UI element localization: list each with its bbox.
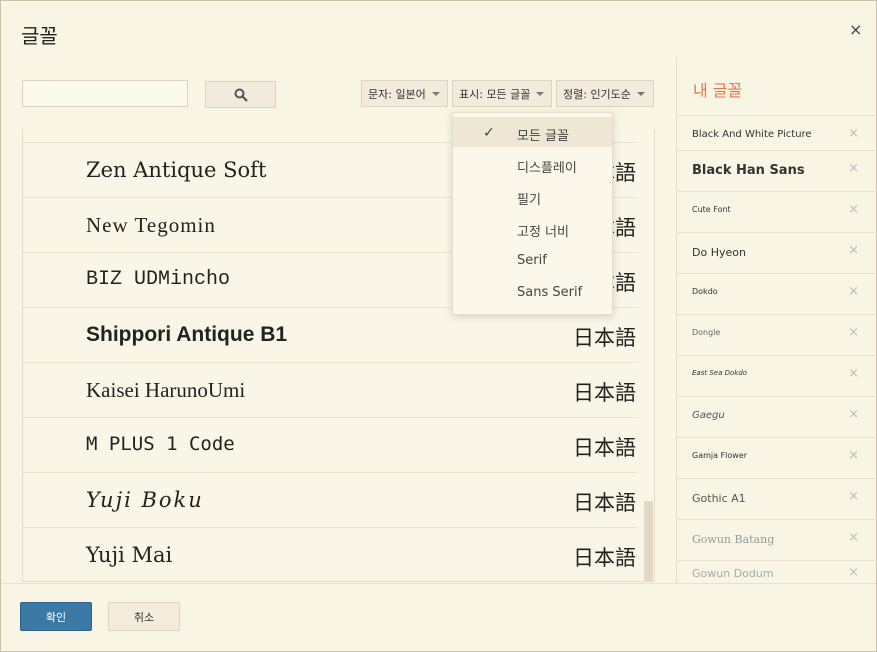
my-font-name: Dokdo	[692, 287, 718, 296]
remove-icon[interactable]: ×	[848, 202, 859, 217]
font-dialog: 글꼴 × 문자: 일본어 표시: 모든 글꼴 정렬: 인기도순 Zen Anti…	[0, 0, 877, 652]
font-name: Zen Antique Soft	[86, 158, 267, 182]
dropdown-item[interactable]: Sans Serif	[453, 277, 612, 307]
search-input[interactable]	[22, 80, 188, 107]
list-scrollbar[interactable]	[644, 501, 653, 581]
show-filter-label: 표시: 모든 글꼴	[459, 87, 531, 101]
cancel-button[interactable]: 취소	[108, 602, 180, 631]
my-font-item[interactable]: Dokdo ×	[677, 273, 877, 314]
show-dropdown-menu: ✓ 모든 글꼴 디스플레이 필기 고정 너비 Serif Sans Serif	[452, 112, 613, 315]
font-sample: 日本語	[573, 381, 636, 405]
font-row[interactable]: Kaisei HarunoUmi 日本語	[23, 362, 638, 418]
font-row[interactable]: M PLUS 1 Code 日本語	[23, 417, 638, 473]
font-sample: 日本語	[573, 546, 636, 570]
remove-icon[interactable]: ×	[848, 161, 859, 176]
font-sample: 日本語	[573, 491, 636, 515]
remove-icon[interactable]: ×	[848, 448, 859, 463]
my-font-item[interactable]: Gaegu ×	[677, 396, 877, 437]
my-font-name: Gowun Batang	[692, 533, 775, 546]
dropdown-item[interactable]: 고정 너비	[453, 213, 612, 243]
dropdown-item[interactable]: Serif	[453, 245, 612, 275]
my-font-name: Black And White Picture	[692, 129, 812, 140]
my-fonts-title: 내 글꼴	[693, 81, 743, 100]
dropdown-item-label: 모든 글꼴	[517, 129, 569, 144]
my-font-item[interactable]: East Sea Dokdo ×	[677, 355, 877, 396]
my-font-name: Dongle	[692, 328, 721, 337]
sort-filter-label: 정렬: 인기도순	[563, 87, 631, 101]
remove-icon[interactable]: ×	[848, 325, 859, 340]
my-font-name: Gowun Dodum	[692, 567, 774, 580]
dialog-title: 글꼴	[21, 24, 58, 48]
dropdown-item[interactable]: 필기	[453, 181, 612, 211]
chevron-down-icon	[636, 91, 645, 96]
script-filter-label: 문자: 일본어	[368, 87, 426, 101]
dropdown-item-label: Sans Serif	[517, 285, 583, 300]
dropdown-item-label: 디스플레이	[517, 161, 577, 176]
my-font-item[interactable]: Gowun Batang ×	[677, 519, 877, 560]
my-font-name: Gaegu	[692, 410, 725, 421]
font-name: Yuji Mai	[86, 543, 173, 567]
check-icon: ✓	[483, 125, 495, 141]
my-font-item[interactable]: Black Han Sans ×	[677, 150, 877, 191]
show-filter[interactable]: 표시: 모든 글꼴	[452, 80, 552, 107]
dropdown-item[interactable]: ✓ 모든 글꼴	[453, 117, 612, 147]
my-fonts-panel: 내 글꼴 Black And White Picture × Black Han…	[676, 57, 877, 583]
dropdown-item-label: 필기	[517, 193, 541, 208]
my-font-name: East Sea Dokdo	[692, 369, 748, 377]
my-font-item[interactable]: Gowun Dodum ×	[677, 560, 877, 583]
my-font-name: Gothic A1	[692, 492, 746, 505]
font-row[interactable]: Yuji Boku 日本語	[23, 472, 638, 528]
font-name: Shippori Antique B1	[86, 323, 288, 346]
my-font-name: Cute Font	[692, 205, 731, 214]
remove-icon[interactable]: ×	[848, 565, 859, 580]
font-name: Kaisei HarunoUmi	[86, 378, 246, 402]
font-sample: 日本語	[573, 326, 636, 350]
my-font-item[interactable]: Do Hyeon ×	[677, 232, 877, 273]
script-filter[interactable]: 문자: 일본어	[361, 80, 448, 107]
dropdown-item-label: Serif	[517, 253, 547, 268]
chevron-down-icon	[431, 91, 440, 96]
my-font-item[interactable]: Dongle ×	[677, 314, 877, 355]
font-name: BIZ UDMincho	[86, 268, 231, 291]
sort-filter[interactable]: 정렬: 인기도순	[556, 80, 654, 107]
search-icon	[234, 88, 248, 102]
dropdown-item[interactable]: 디스플레이	[453, 149, 612, 179]
remove-icon[interactable]: ×	[848, 284, 859, 299]
remove-icon[interactable]: ×	[848, 243, 859, 258]
my-font-item[interactable]: Gamja Flower ×	[677, 437, 877, 478]
dropdown-item-label: 고정 너비	[517, 225, 569, 240]
close-icon[interactable]: ×	[849, 20, 862, 39]
remove-icon[interactable]: ×	[848, 530, 859, 545]
my-font-name: Do Hyeon	[692, 246, 746, 259]
my-font-name: Black Han Sans	[692, 163, 805, 178]
chevron-down-icon	[536, 91, 545, 96]
font-sample: 日本語	[573, 436, 636, 460]
my-font-item[interactable]: Cute Font ×	[677, 191, 877, 232]
ok-button[interactable]: 확인	[20, 602, 92, 631]
remove-icon[interactable]: ×	[848, 366, 859, 381]
font-row[interactable]: Shippori Antique B1 日本語	[23, 307, 638, 363]
font-name: New Tegomin	[86, 213, 216, 237]
remove-icon[interactable]: ×	[848, 126, 859, 141]
font-name: Yuji Boku	[86, 488, 204, 512]
remove-icon[interactable]: ×	[848, 407, 859, 422]
search-button[interactable]	[205, 81, 276, 108]
remove-icon[interactable]: ×	[848, 489, 859, 504]
my-font-item[interactable]: Gothic A1 ×	[677, 478, 877, 519]
my-font-name: Gamja Flower	[692, 451, 748, 460]
font-name: M PLUS 1 Code	[86, 433, 235, 455]
font-row[interactable]: Yuji Mai 日本語	[23, 527, 638, 581]
